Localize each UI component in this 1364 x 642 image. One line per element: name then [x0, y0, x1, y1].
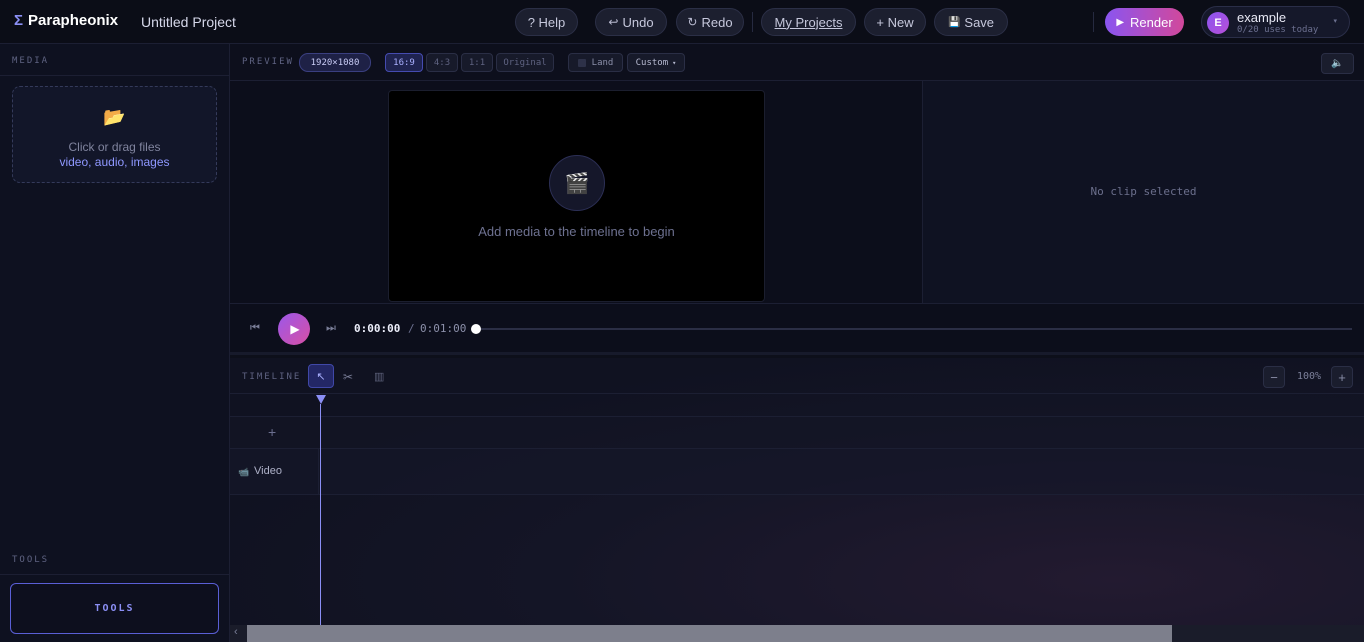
- track-name: Video: [254, 465, 282, 477]
- scrollbar-thumb[interactable]: [247, 625, 1172, 642]
- brand-name: Parapheonix: [28, 12, 119, 29]
- playhead-line: [320, 404, 321, 630]
- scissors-icon[interactable]: ✂: [343, 370, 353, 384]
- my-projects-label: My Projects: [774, 14, 843, 30]
- select-tool-button[interactable]: ↖: [308, 364, 334, 388]
- tools-button[interactable]: TOOLS: [10, 583, 219, 634]
- chevron-down-icon: ▾: [672, 58, 677, 67]
- scrubber-handle[interactable]: [471, 324, 481, 334]
- dropzone-file-types: video, audio, images: [59, 155, 170, 169]
- undo-label: Undo: [622, 14, 654, 30]
- chevron-down-icon: ▾: [1333, 18, 1337, 25]
- media-section-label: MEDIA: [12, 56, 50, 66]
- skip-forward-icon[interactable]: ⏭: [326, 322, 336, 335]
- video-camera-icon: 📹: [238, 467, 250, 477]
- aspect-original-button[interactable]: Original: [496, 53, 554, 72]
- play-icon: ▶: [1116, 16, 1125, 28]
- track-header[interactable]: 📹 Video: [230, 449, 319, 495]
- orientation-toggle[interactable]: Land: [568, 53, 623, 72]
- custom-label: Custom: [635, 57, 669, 68]
- timeline-panel: TIMELINE ↖ ✂ ▥ − 100% + + 📹 Video ‹: [230, 358, 1364, 642]
- aspect-4-3-button[interactable]: 4:3: [426, 53, 458, 72]
- undo-icon: ↩: [608, 15, 619, 29]
- timeline-section-label: TIMELINE: [242, 372, 302, 382]
- add-track-button[interactable]: +: [268, 424, 276, 440]
- cursor-icon: ↖: [316, 370, 326, 383]
- timeline-toolbar: TIMELINE ↖ ✂ ▥ − 100% +: [230, 358, 1364, 394]
- empty-preview-hint: Add media to the timeline to begin: [478, 224, 675, 239]
- user-name: example: [1237, 10, 1287, 25]
- dropzone-instruction: Click or drag files: [68, 140, 161, 154]
- resolution-badge: 1920×1080: [299, 53, 371, 72]
- trash-icon[interactable]: ▥: [374, 370, 384, 383]
- mute-button[interactable]: 🔈: [1321, 53, 1354, 74]
- divider: [0, 574, 229, 575]
- scrubber-track[interactable]: [471, 324, 1352, 334]
- aspect-1-1-button[interactable]: 1:1: [461, 53, 493, 72]
- zoom-level: 100%: [1297, 371, 1322, 382]
- redo-button[interactable]: ↻ Redo: [676, 8, 744, 36]
- playback-controls: ⏮ ▶ ⏭ 0:00:00 / 0:01:00: [230, 303, 1364, 355]
- play-icon: ▶: [290, 322, 300, 336]
- chevron-left-icon[interactable]: ‹: [234, 626, 238, 638]
- speaker-icon: 🔈: [1331, 58, 1344, 69]
- total-duration: 0:01:00: [420, 322, 467, 335]
- preview-canvas[interactable]: 🎬 Add media to the timeline to begin: [388, 90, 765, 302]
- save-label: Save: [964, 14, 995, 30]
- play-button[interactable]: ▶: [278, 313, 310, 345]
- aspect-16-9-button[interactable]: 16:9: [385, 53, 423, 72]
- my-projects-button[interactable]: My Projects: [761, 8, 856, 36]
- sigma-logo-icon: Σ: [14, 12, 24, 29]
- toolbar-divider: [752, 12, 753, 32]
- redo-icon: ↻: [687, 15, 698, 29]
- checkbox-icon: [577, 58, 586, 67]
- redo-label: Redo: [701, 14, 733, 30]
- clapperboard-icon: 🎬: [549, 155, 605, 211]
- preview-section-label: PREVIEW: [242, 57, 294, 67]
- undo-button[interactable]: ↩ Undo: [595, 8, 667, 36]
- no-clip-message: No clip selected: [1090, 185, 1197, 198]
- media-dropzone[interactable]: 📂 Click or drag files video, audio, imag…: [12, 86, 217, 183]
- tools-section-label: TOOLS: [12, 555, 50, 565]
- preview-toolbar: PREVIEW 1920×1080 16:9 4:3 1:1 Original …: [230, 44, 1364, 115]
- orientation-label: Land: [591, 57, 614, 68]
- custom-size-dropdown[interactable]: Custom ▾: [627, 53, 685, 72]
- media-sidebar: MEDIA 📂 Click or drag files video, audio…: [0, 44, 230, 642]
- render-button[interactable]: ▶ Render: [1105, 8, 1184, 36]
- zoom-in-button[interactable]: +: [1331, 366, 1353, 388]
- toolbar-divider: [1093, 12, 1094, 32]
- user-menu[interactable]: E example 0/20 uses today ▾: [1201, 6, 1350, 38]
- new-label: + New: [876, 14, 914, 30]
- help-label: ? Help: [527, 14, 566, 30]
- preview-stage: 🎬 Add media to the timeline to begin: [230, 81, 922, 303]
- timeline-scrollbar[interactable]: ‹: [230, 625, 1364, 642]
- help-button[interactable]: ? Help: [515, 8, 578, 36]
- add-track-row: +: [230, 417, 1364, 449]
- time-ruler[interactable]: [230, 394, 1364, 417]
- new-project-button[interactable]: + New: [864, 8, 926, 36]
- avatar: E: [1207, 12, 1229, 34]
- top-bar: Σ Parapheonix Untitled Project ? Help ↩ …: [0, 0, 1364, 44]
- playhead-handle[interactable]: [316, 395, 326, 404]
- project-title[interactable]: Untitled Project: [141, 14, 236, 30]
- divider: [0, 75, 229, 76]
- usage-counter: 0/20 uses today: [1237, 25, 1319, 35]
- save-icon: 💾: [947, 16, 961, 28]
- current-time: 0:00:00: [354, 322, 401, 335]
- time-separator: /: [408, 322, 415, 335]
- app-logo[interactable]: Σ Parapheonix: [14, 12, 118, 29]
- folder-icon: 📂: [103, 107, 126, 127]
- zoom-out-button[interactable]: −: [1263, 366, 1285, 388]
- render-label: Render: [1130, 14, 1173, 30]
- video-track[interactable]: 📹 Video: [230, 449, 1364, 495]
- clip-inspector: No clip selected: [922, 81, 1364, 303]
- save-button[interactable]: 💾 Save: [934, 8, 1008, 36]
- skip-back-icon[interactable]: ⏮: [250, 322, 260, 335]
